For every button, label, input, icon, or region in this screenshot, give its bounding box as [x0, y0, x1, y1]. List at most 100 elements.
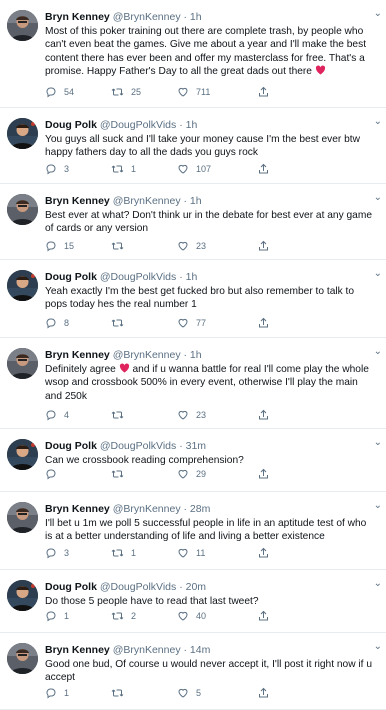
retweet-button[interactable] [111, 409, 131, 421]
share-button[interactable] [258, 163, 269, 175]
author-handle[interactable]: @BrynKenney [113, 349, 181, 361]
tweet[interactable]: ⌄ Bryn Kenney @BrynKenney · 1h Best ever… [0, 184, 386, 260]
like-button[interactable]: 11 [177, 547, 205, 559]
timestamp[interactable]: 31m [186, 440, 206, 452]
avatar[interactable] [7, 502, 38, 533]
author-name[interactable]: Bryn Kenney [45, 644, 110, 656]
retweet-button[interactable] [111, 687, 131, 699]
share-button[interactable] [258, 86, 269, 98]
retweet-button[interactable]: 1 [111, 163, 136, 175]
reply-button[interactable]: 3 [45, 547, 69, 559]
author-handle[interactable]: @BrynKenney [113, 503, 181, 515]
author-handle[interactable]: @DougPolkVids [100, 119, 176, 131]
avatar[interactable] [7, 580, 38, 611]
author-name[interactable]: Bryn Kenney [45, 503, 110, 515]
like-button[interactable]: 77 [177, 317, 206, 329]
avatar[interactable] [7, 348, 38, 379]
reply-button[interactable]: 3 [45, 163, 69, 175]
share-button[interactable] [258, 240, 269, 252]
tweet[interactable]: ⌄ Doug Polk @DougPolkVids · 31m Can we c… [0, 429, 386, 492]
reply-button[interactable] [45, 468, 64, 480]
tweet[interactable]: ⌄ Bryn Kenney @BrynKenney · 14m Good one… [0, 633, 386, 710]
tweet[interactable]: ⌄ Bryn Kenney @BrynKenney · 28m I'll bet… [0, 492, 386, 570]
tweet-body: Bryn Kenney @BrynKenney · 1h Most of thi… [45, 10, 372, 78]
like-count: 29 [196, 469, 207, 479]
author-handle[interactable]: @BrynKenney [113, 644, 181, 656]
like-button[interactable]: 29 [177, 468, 206, 480]
author-handle[interactable]: @BrynKenney [113, 195, 181, 207]
share-button[interactable] [258, 409, 269, 421]
share-button[interactable] [258, 610, 269, 622]
like-button[interactable]: 107 [177, 163, 211, 175]
author-name[interactable]: Doug Polk [45, 119, 97, 131]
chevron-down-icon[interactable]: ⌄ [374, 578, 382, 589]
tweet[interactable]: ⌄ Doug Polk @DougPolkVids · 20m Do those… [0, 570, 386, 633]
reply-button[interactable]: 15 [45, 240, 74, 252]
retweet-button[interactable]: 1 [111, 547, 136, 559]
retweet-button[interactable]: 2 [111, 610, 136, 622]
retweet-button[interactable]: 25 [111, 86, 141, 98]
author-name[interactable]: Doug Polk [45, 581, 97, 593]
timestamp[interactable]: 20m [186, 581, 206, 593]
reply-button[interactable]: 1 [45, 610, 69, 622]
retweet-button[interactable] [111, 317, 131, 329]
retweet-icon [111, 240, 124, 252]
author-name[interactable]: Doug Polk [45, 440, 97, 452]
retweet-button[interactable] [111, 468, 131, 480]
avatar[interactable] [7, 194, 38, 225]
timestamp[interactable]: 1h [186, 119, 198, 131]
avatar[interactable] [7, 270, 38, 301]
avatar[interactable] [7, 439, 38, 470]
timestamp[interactable]: 1h [190, 195, 202, 207]
author-handle[interactable]: @DougPolkVids [100, 581, 176, 593]
retweet-button[interactable] [111, 240, 131, 252]
author-name[interactable]: Bryn Kenney [45, 349, 110, 361]
timestamp[interactable]: 28m [190, 503, 210, 515]
share-icon [258, 687, 269, 699]
like-button[interactable]: 711 [177, 86, 210, 98]
reply-button[interactable]: 1 [45, 687, 69, 699]
share-button[interactable] [258, 468, 269, 480]
reply-count: 3 [64, 164, 70, 174]
like-button[interactable]: 23 [177, 409, 206, 421]
tweet[interactable]: ⌄ Bryn Kenney @BrynKenney · 1h Definitel… [0, 338, 386, 429]
tweet-thread: ⌄ Bryn Kenney @BrynKenney · 1h Most of t… [0, 0, 386, 710]
timestamp[interactable]: 1h [186, 271, 198, 283]
author-handle[interactable]: @BrynKenney [113, 11, 181, 23]
chevron-down-icon[interactable]: ⌄ [374, 192, 382, 203]
tweet-text-segment: I'll bet u 1m we poll 5 successful peopl… [45, 518, 367, 543]
chevron-down-icon[interactable]: ⌄ [374, 641, 382, 652]
share-button[interactable] [258, 317, 269, 329]
share-button[interactable] [258, 547, 269, 559]
timestamp[interactable]: 1h [190, 11, 202, 23]
avatar[interactable] [7, 118, 38, 149]
reply-button[interactable]: 8 [45, 317, 69, 329]
chevron-down-icon[interactable]: ⌄ [374, 116, 382, 127]
tweet-header: Bryn Kenney @BrynKenney · 28m [45, 502, 372, 516]
tweet[interactable]: ⌄ Doug Polk @DougPolkVids · 1h You guys … [0, 108, 386, 184]
tweet[interactable]: ⌄ Doug Polk @DougPolkVids · 1h Yeah exac… [0, 260, 386, 338]
retweet-count: 1 [131, 548, 137, 558]
timestamp[interactable]: 14m [190, 644, 210, 656]
author-name[interactable]: Doug Polk [45, 271, 97, 283]
author-handle[interactable]: @DougPolkVids [100, 271, 176, 283]
chevron-down-icon[interactable]: ⌄ [374, 500, 382, 511]
share-button[interactable] [258, 687, 269, 699]
like-button[interactable]: 40 [177, 610, 206, 622]
chevron-down-icon[interactable]: ⌄ [374, 346, 382, 357]
like-button[interactable]: 5 [177, 687, 201, 699]
chevron-down-icon[interactable]: ⌄ [374, 268, 382, 279]
chevron-down-icon[interactable]: ⌄ [374, 437, 382, 448]
reply-button[interactable]: 54 [45, 86, 74, 98]
avatar[interactable] [7, 10, 38, 41]
author-name[interactable]: Bryn Kenney [45, 11, 110, 23]
retweet-count: 2 [131, 611, 137, 621]
avatar[interactable] [7, 643, 38, 674]
timestamp[interactable]: 1h [190, 349, 202, 361]
reply-button[interactable]: 4 [45, 409, 69, 421]
author-handle[interactable]: @DougPolkVids [100, 440, 176, 452]
chevron-down-icon[interactable]: ⌄ [374, 8, 382, 19]
tweet[interactable]: ⌄ Bryn Kenney @BrynKenney · 1h Most of t… [0, 0, 386, 108]
like-button[interactable]: 23 [177, 240, 206, 252]
author-name[interactable]: Bryn Kenney [45, 195, 110, 207]
